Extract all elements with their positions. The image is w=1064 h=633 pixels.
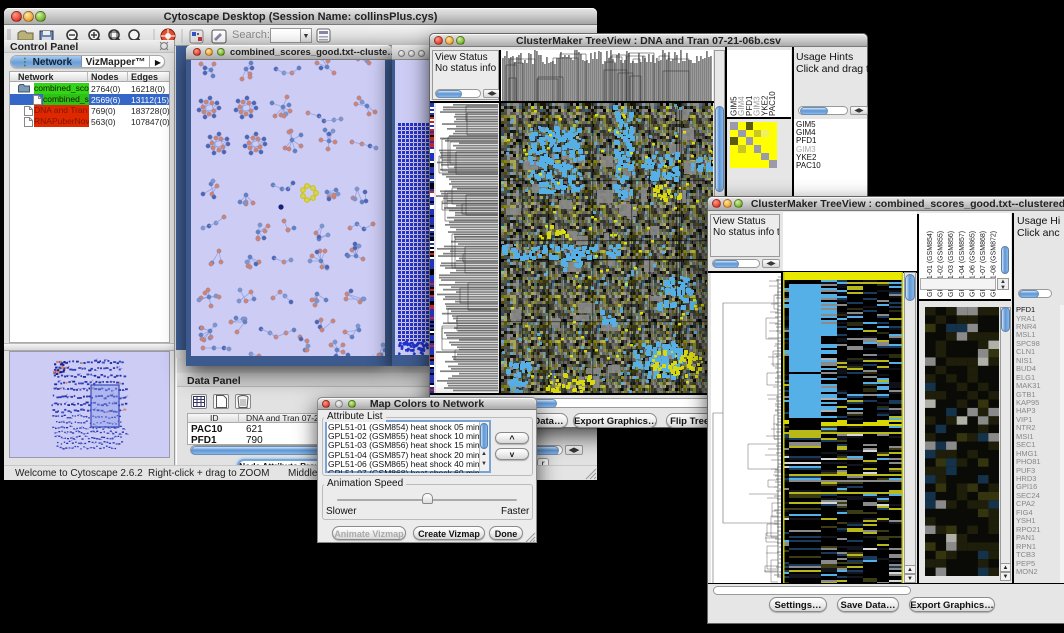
svg-text:PAC10: PAC10 <box>768 91 777 116</box>
